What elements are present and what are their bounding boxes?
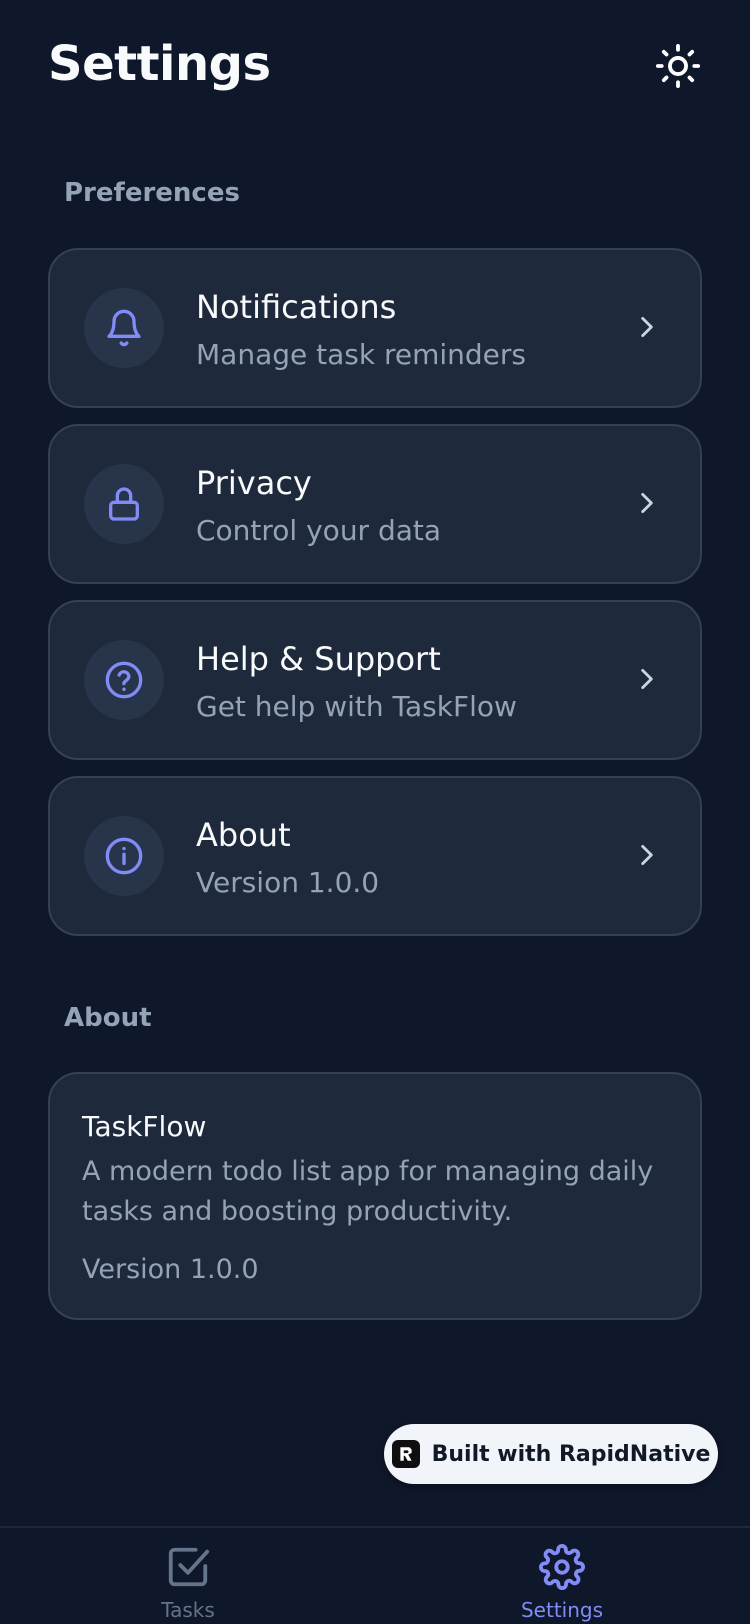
icon-badge [84, 288, 164, 368]
bottom-tab-bar: Tasks Settings [0, 1526, 750, 1624]
settings-item-about[interactable]: About Version 1.0.0 [48, 776, 702, 936]
icon-badge [84, 816, 164, 896]
tab-settings[interactable]: Settings [462, 1544, 662, 1624]
settings-item-subtitle: Manage task reminders [196, 338, 526, 371]
built-with-badge[interactable]: Built with RapidNative [384, 1424, 718, 1484]
section-label-about: About [64, 1003, 152, 1033]
settings-item-title: Help & Support [196, 640, 441, 678]
chevron-right-icon [632, 840, 662, 870]
settings-item-title: About [196, 816, 291, 854]
icon-badge [84, 464, 164, 544]
checkbox-icon [168, 1547, 210, 1587]
settings-item-title: Notifications [196, 288, 397, 326]
chevron-right-icon [632, 664, 662, 694]
settings-item-subtitle: Control your data [196, 514, 442, 547]
chevron-right-icon [632, 312, 662, 342]
help-circle-icon [105, 661, 143, 699]
built-with-label: Built with RapidNative [431, 1441, 711, 1467]
settings-screen: Settings Preferences Notifications Manag… [0, 0, 750, 1624]
theme-toggle-button[interactable] [652, 40, 704, 92]
settings-item-privacy[interactable]: Privacy Control your data [48, 424, 702, 584]
app-version: Version 1.0.0 [82, 1254, 259, 1285]
settings-item-subtitle: Get help with TaskFlow [196, 690, 517, 723]
about-card: TaskFlow A modern todo list app for mana… [48, 1072, 702, 1320]
app-name: TaskFlow [82, 1110, 207, 1143]
gear-icon [539, 1544, 585, 1590]
lock-icon [109, 487, 139, 521]
rapidnative-logo-icon [391, 1440, 420, 1468]
sun-icon [655, 43, 701, 89]
section-label-preferences: Preferences [64, 178, 240, 208]
settings-item-subtitle: Version 1.0.0 [196, 866, 380, 899]
settings-item-help-support[interactable]: Help & Support Get help with TaskFlow [48, 600, 702, 760]
tab-tasks[interactable]: Tasks [88, 1544, 288, 1624]
settings-item-title: Privacy [196, 464, 312, 502]
app-description: A modern todo list app for managing dail… [82, 1156, 654, 1227]
header: Settings [0, 0, 750, 130]
chevron-right-icon [632, 488, 662, 518]
bell-icon [107, 309, 141, 347]
tab-label: Settings [520, 1598, 604, 1622]
info-icon [105, 837, 143, 875]
settings-item-notifications[interactable]: Notifications Manage task reminders [48, 248, 702, 408]
page-title: Settings [48, 36, 271, 92]
tab-label: Tasks [161, 1598, 215, 1622]
icon-badge [84, 640, 164, 720]
